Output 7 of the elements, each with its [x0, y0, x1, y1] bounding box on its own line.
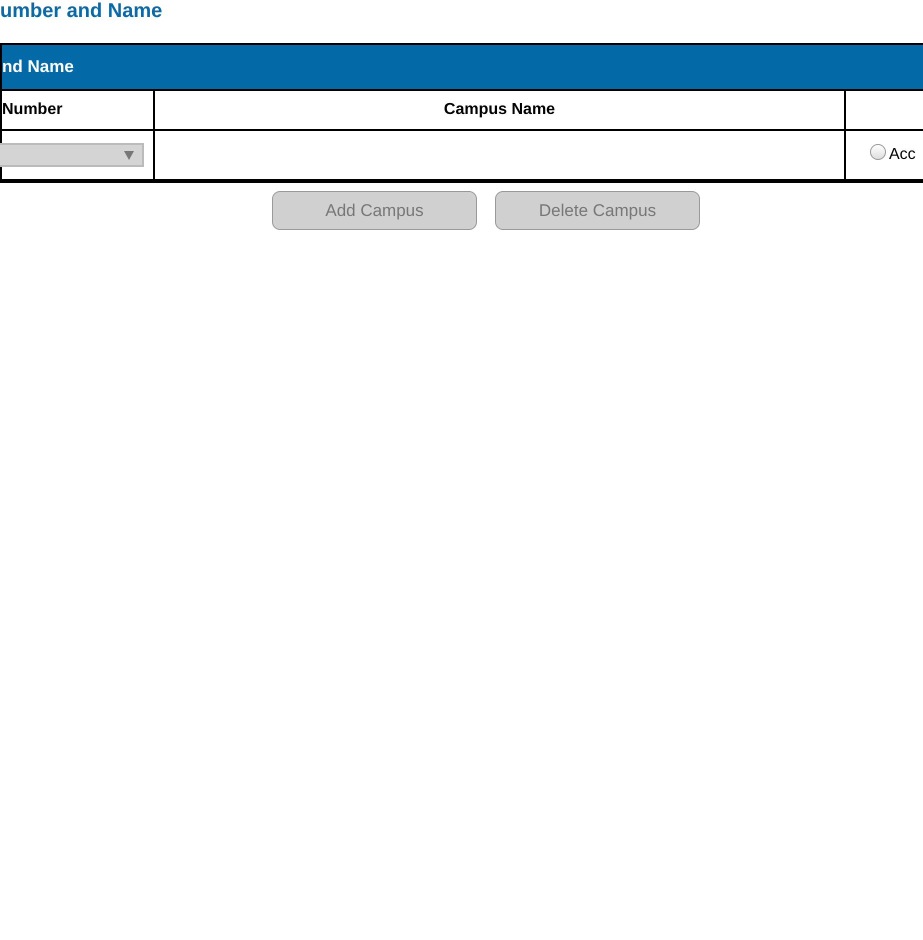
- section-heading: umber and Name: [0, 0, 164, 22]
- radio-label: Acc: [889, 146, 916, 164]
- radio-button[interactable]: [870, 144, 886, 160]
- panel-title: nd Name: [2, 45, 923, 91]
- dropdown-arrow-icon: [124, 150, 134, 160]
- column-header: Campus Name: [154, 91, 845, 130]
- column-header: Number: [2, 91, 154, 130]
